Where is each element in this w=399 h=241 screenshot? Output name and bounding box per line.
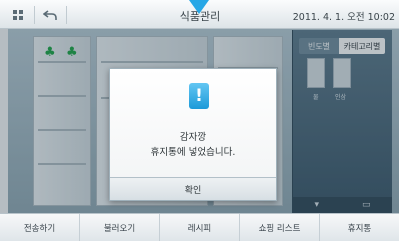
load-button[interactable]: 불러오기 [80,214,160,241]
grid-icon-glyph [13,10,23,20]
back-icon[interactable] [38,5,62,25]
top-divider [66,6,67,24]
trash-button[interactable]: 휴지통 [320,214,399,241]
active-marker [189,0,209,14]
top-divider [34,6,35,24]
confirm-button[interactable]: 확인 [110,177,276,200]
bottom-bar: 전송하기 불러오기 레시피 쇼핑 리스트 휴지통 [0,213,399,241]
alert-icon: ! [189,83,209,109]
shopping-list-button[interactable]: 쇼핑 리스트 [240,214,320,241]
grid-icon[interactable] [6,5,30,25]
dialog-message: 휴지통에 넣었습니다. [150,147,236,158]
datetime: 2011. 4. 1. 오전 10:02 [292,12,395,23]
alert-dialog: ! 감자깡 휴지통에 넣었습니다. 확인 [109,68,277,201]
back-icon-glyph [43,10,57,20]
dialog-item-name: 감자깡 [179,132,207,143]
send-button[interactable]: 전송하기 [0,214,80,241]
recipe-button[interactable]: 레시피 [160,214,240,241]
